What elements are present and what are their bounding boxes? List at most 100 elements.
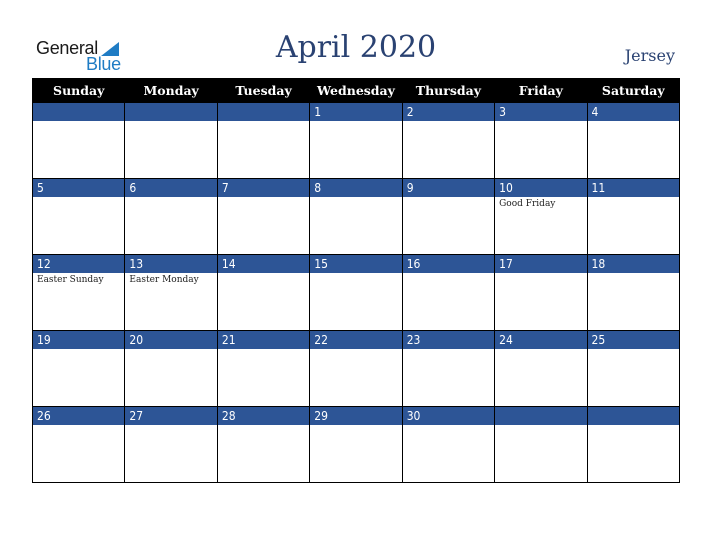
day-number: 16 bbox=[402, 255, 495, 273]
day-number: 5 bbox=[33, 179, 125, 197]
holiday-label bbox=[310, 425, 401, 427]
holiday-label bbox=[403, 273, 494, 275]
holiday-label bbox=[495, 349, 586, 351]
weekday-saturday: Saturday bbox=[586, 78, 681, 103]
weekday-thursday: Thursday bbox=[401, 78, 496, 103]
day-cell[interactable]: 24 bbox=[494, 330, 588, 407]
holiday-label bbox=[125, 121, 216, 123]
holiday-label: Good Friday bbox=[499, 199, 556, 209]
day-cell[interactable]: 23 bbox=[401, 330, 496, 407]
day-cell[interactable]: 10 Good Friday bbox=[494, 178, 588, 255]
day-number: 14 bbox=[217, 255, 310, 273]
day-cell[interactable]: 13 Easter Monday bbox=[124, 254, 218, 331]
day-cell[interactable]: 2 bbox=[401, 102, 496, 179]
day-number: 19 bbox=[33, 331, 125, 349]
day-cell[interactable]: 22 bbox=[309, 330, 403, 407]
day-cell[interactable]: 20 bbox=[124, 330, 218, 407]
holiday-label bbox=[403, 197, 494, 199]
holiday-label bbox=[588, 349, 679, 351]
week-row: 5 6 7 8 9 10 Good Friday 11 bbox=[31, 178, 681, 255]
weekday-friday: Friday bbox=[494, 78, 588, 103]
day-number: 12 bbox=[33, 255, 125, 273]
day-cell[interactable]: 3 bbox=[494, 102, 588, 179]
day-cell[interactable]: 25 bbox=[586, 330, 681, 407]
day-number: 3 bbox=[495, 103, 587, 121]
day-number: 18 bbox=[587, 255, 679, 273]
day-cell[interactable]: 17 bbox=[494, 254, 588, 331]
day-cell[interactable]: 1 bbox=[309, 102, 403, 179]
day-number: 27 bbox=[125, 407, 217, 425]
day-cell[interactable]: 21 bbox=[216, 330, 311, 407]
holiday-label bbox=[218, 273, 309, 275]
day-cell[interactable]: 9 bbox=[401, 178, 496, 255]
day-number: 9 bbox=[402, 179, 495, 197]
holiday-label bbox=[218, 349, 309, 351]
weekday-monday: Monday bbox=[124, 78, 218, 103]
holiday-label bbox=[495, 425, 586, 427]
day-cell[interactable]: 16 bbox=[401, 254, 496, 331]
day-number: 21 bbox=[217, 331, 310, 349]
day-cell[interactable] bbox=[494, 406, 588, 483]
day-cell[interactable]: 5 bbox=[31, 178, 126, 255]
day-cell[interactable]: 11 bbox=[586, 178, 681, 255]
day-cell[interactable] bbox=[216, 102, 311, 179]
day-number: 13 bbox=[125, 255, 217, 273]
holiday-label bbox=[310, 273, 401, 275]
holiday-label bbox=[588, 273, 679, 275]
weekday-wednesday: Wednesday bbox=[309, 78, 403, 103]
day-number: 7 bbox=[217, 179, 310, 197]
day-number: 17 bbox=[495, 255, 587, 273]
holiday-label bbox=[588, 425, 679, 427]
holiday-label bbox=[218, 425, 309, 427]
day-cell[interactable]: 12 Easter Sunday bbox=[31, 254, 126, 331]
day-cell[interactable]: 6 bbox=[124, 178, 218, 255]
day-cell[interactable] bbox=[124, 102, 218, 179]
day-cell[interactable]: 26 bbox=[31, 406, 126, 483]
day-number: 29 bbox=[310, 407, 402, 425]
day-cell[interactable]: 4 bbox=[586, 102, 681, 179]
weekday-sunday: Sunday bbox=[31, 78, 126, 103]
holiday-label bbox=[33, 121, 124, 123]
day-number: 4 bbox=[587, 103, 679, 121]
holiday-label bbox=[218, 121, 309, 123]
day-number: 6 bbox=[125, 179, 217, 197]
day-cell[interactable]: 7 bbox=[216, 178, 311, 255]
day-cell[interactable]: 29 bbox=[309, 406, 403, 483]
holiday-label bbox=[125, 349, 216, 351]
holiday-label bbox=[218, 197, 309, 199]
day-cell[interactable]: 8 bbox=[309, 178, 403, 255]
weekday-tuesday: Tuesday bbox=[216, 78, 311, 103]
day-number: 25 bbox=[587, 331, 679, 349]
holiday-label: Easter Monday bbox=[129, 275, 199, 285]
day-cell[interactable]: 30 bbox=[401, 406, 496, 483]
region-label: Jersey bbox=[624, 46, 675, 65]
day-cell[interactable] bbox=[586, 406, 681, 483]
day-number: 28 bbox=[217, 407, 310, 425]
day-cell[interactable]: 18 bbox=[586, 254, 681, 331]
day-number bbox=[125, 103, 217, 121]
holiday-label bbox=[310, 121, 401, 123]
day-cell[interactable]: 14 bbox=[216, 254, 311, 331]
holiday-label bbox=[588, 121, 679, 123]
day-number bbox=[217, 103, 310, 121]
calendar-grid: Sunday Monday Tuesday Wednesday Thursday… bbox=[31, 78, 681, 483]
holiday-label bbox=[403, 349, 494, 351]
day-cell[interactable]: 27 bbox=[124, 406, 218, 483]
holiday-label bbox=[33, 197, 124, 199]
day-cell[interactable]: 19 bbox=[31, 330, 126, 407]
calendar-title: April 2020 bbox=[275, 30, 437, 65]
day-cell[interactable]: 28 bbox=[216, 406, 311, 483]
day-number: 15 bbox=[310, 255, 402, 273]
holiday-label bbox=[125, 425, 216, 427]
holiday-label bbox=[33, 425, 124, 427]
day-number: 30 bbox=[402, 407, 495, 425]
holiday-label bbox=[495, 121, 586, 123]
day-cell[interactable]: 15 bbox=[309, 254, 403, 331]
holiday-label bbox=[495, 273, 586, 275]
holiday-label bbox=[310, 349, 401, 351]
holiday-label bbox=[33, 349, 124, 351]
day-number: 26 bbox=[33, 407, 125, 425]
day-number bbox=[495, 407, 587, 425]
holiday-label bbox=[403, 121, 494, 123]
day-cell[interactable] bbox=[31, 102, 126, 179]
